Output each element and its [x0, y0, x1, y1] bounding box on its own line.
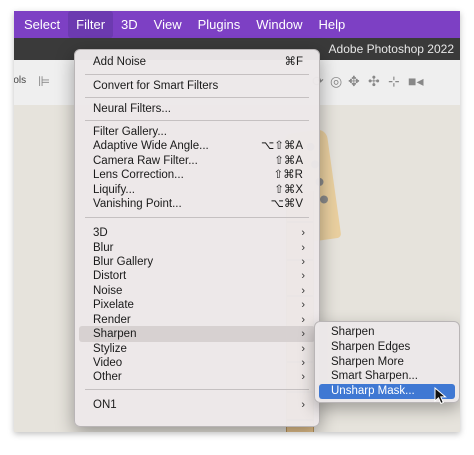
menu-item-label: Adaptive Wide Angle... [93, 140, 209, 152]
pan-icon[interactable]: ✥ [348, 73, 360, 90]
menu-item-label: Vanishing Point... [93, 198, 182, 210]
menu-view[interactable]: View [146, 11, 190, 38]
menu-item-label: Camera Raw Filter... [93, 155, 198, 167]
menu-item-label: Lens Correction... [93, 169, 184, 181]
menu-item-label: Distort [93, 270, 127, 282]
menu-item-label: Pixelate [93, 299, 134, 311]
menu-window[interactable]: Window [248, 11, 310, 38]
menu-item-adaptive-wide-angle[interactable]: Adaptive Wide Angle... ⌥⇧⌘A [79, 138, 315, 154]
move-icon[interactable]: ⊹ [388, 73, 400, 90]
menu-item-shortcut: ⇧⌘R [273, 169, 303, 181]
menu-item-label: Neural Filters... [93, 103, 171, 115]
menu-item-label: ON1 [93, 399, 117, 411]
menu-item-convert-smart-filters[interactable]: Convert for Smart Filters [79, 78, 315, 94]
menu-item-label: Add Noise [93, 56, 147, 68]
chevron-right-icon: › [301, 371, 305, 383]
menu-item-label: Blur Gallery [93, 256, 154, 268]
submenu-item-smart-sharpen[interactable]: Smart Sharpen... [319, 369, 455, 384]
menu-item-label: Video [93, 357, 123, 369]
menu-filter[interactable]: Filter [68, 11, 114, 38]
menu-bar: Select Filter 3D View Plugins Window Hel… [14, 11, 460, 38]
submenu-item-sharpen-edges[interactable]: Sharpen Edges [319, 340, 455, 355]
menu-separator [85, 389, 309, 390]
menu-item-label: 3D [93, 227, 108, 239]
menu-help[interactable]: Help [311, 11, 354, 38]
screenshot-frame: Select Filter 3D View Plugins Window Hel… [14, 11, 460, 432]
menu-item-sharpen[interactable]: Sharpen › [79, 326, 315, 342]
menu-item-label: Blur [93, 242, 114, 254]
menu-item-label: Noise [93, 285, 123, 297]
menu-item-label: Filter Gallery... [93, 126, 167, 138]
menu-3d[interactable]: 3D [113, 11, 146, 38]
menu-item-label: Render [93, 314, 131, 326]
menu-item-pixelate[interactable]: Pixelate › [79, 297, 315, 313]
chevron-right-icon: › [301, 399, 305, 411]
chevron-right-icon: › [301, 328, 305, 340]
menu-item-label: Stylize [93, 343, 127, 355]
chevron-right-icon: › [301, 270, 305, 282]
menu-separator [85, 217, 309, 218]
menu-item-lens-correction[interactable]: Lens Correction... ⇧⌘R [79, 167, 315, 183]
submenu-item-sharpen[interactable]: Sharpen [319, 325, 455, 340]
slide-icon[interactable]: ✣ [368, 73, 380, 90]
mouse-pointer-icon [434, 387, 447, 405]
menu-separator [85, 74, 309, 75]
chevron-right-icon: › [301, 227, 305, 239]
filter-menu: Add Noise ⌘F Convert for Smart Filters N… [74, 49, 320, 427]
video-camera-icon[interactable]: ■◂ [408, 73, 423, 90]
menu-item-shortcut: ⌘F [284, 56, 303, 68]
menu-select[interactable]: Select [14, 11, 68, 38]
menu-item-shortcut: ⌥⌘V [270, 198, 303, 210]
menu-item-shortcut: ⌥⇧⌘A [260, 140, 303, 152]
menu-item-on1[interactable]: ON1 › [79, 397, 315, 413]
menu-item-vanishing-point[interactable]: Vanishing Point... ⌥⌘V [79, 196, 315, 212]
menu-item-label: Sharpen [93, 328, 137, 340]
menu-item-distort[interactable]: Distort › [79, 268, 315, 284]
options-partial-label: rols [14, 75, 27, 86]
menu-item-label: Other [93, 371, 122, 383]
menu-item-neural-filters[interactable]: Neural Filters... [79, 101, 315, 117]
orbit-icon[interactable]: ◎ [330, 73, 342, 90]
chevron-right-icon: › [301, 299, 305, 311]
menu-item-3d[interactable]: 3D › [79, 225, 315, 241]
menu-item-label: Liquify... [93, 184, 135, 196]
app-title: Adobe Photoshop 2022 [328, 42, 454, 56]
menu-item-other[interactable]: Other › [79, 369, 315, 385]
submenu-item-sharpen-more[interactable]: Sharpen More [319, 355, 455, 370]
align-icon[interactable]: ⊫ [38, 73, 50, 90]
menu-item-add-noise[interactable]: Add Noise ⌘F [79, 54, 315, 70]
menu-plugins[interactable]: Plugins [190, 11, 249, 38]
menu-item-label: Convert for Smart Filters [93, 80, 219, 92]
menu-separator [85, 97, 309, 98]
tuner-peg [319, 194, 329, 204]
menu-separator [85, 120, 309, 121]
